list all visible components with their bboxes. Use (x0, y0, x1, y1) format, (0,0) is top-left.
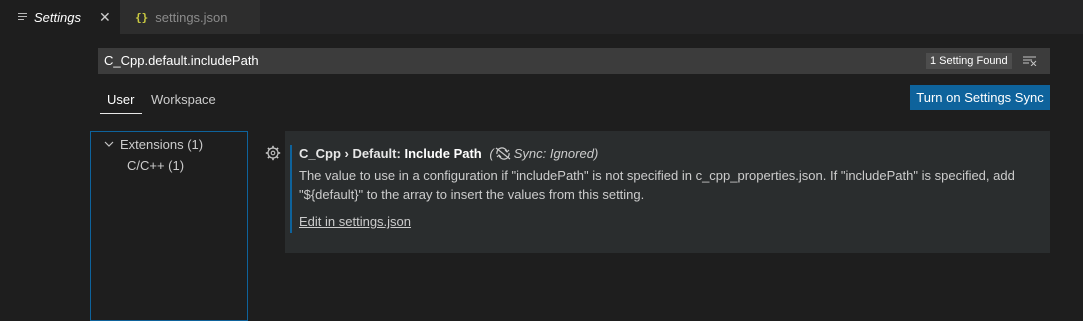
edit-in-settings-json-link[interactable]: Edit in settings.json (299, 214, 411, 229)
tab-settings-json-label: settings.json (155, 9, 228, 25)
scope-tab-workspace[interactable]: Workspace (151, 92, 216, 107)
chevron-down-icon[interactable] (104, 140, 114, 148)
modified-indicator-bar (290, 145, 292, 233)
scope-tab-user-underline (100, 113, 142, 114)
sync-ignored-label: Sync: Ignored (513, 146, 594, 161)
gear-icon[interactable] (265, 145, 281, 161)
setting-item-include-path: C_Cpp › Default: Include Path (Sync: Ign… (285, 131, 1050, 253)
scope-tab-user[interactable]: User (107, 92, 134, 107)
preview-lines-icon (18, 12, 28, 22)
setting-title: C_Cpp › Default: Include Path (Sync: Ign… (299, 146, 598, 161)
clear-filter-icon[interactable] (1023, 56, 1037, 66)
settings-search-bar: 1 Setting Found (98, 48, 1050, 74)
toc-item-c-cpp[interactable]: C/C++ (1) (127, 158, 184, 173)
close-icon[interactable]: ✕ (99, 9, 111, 25)
settings-table-of-contents: Extensions (1) C/C++ (1) (90, 131, 248, 321)
tab-settings-json[interactable]: {} settings.json (120, 0, 260, 34)
tab-settings-label: Settings (34, 9, 81, 25)
turn-on-settings-sync-button[interactable]: Turn on Settings Sync (910, 85, 1050, 110)
setting-description: The value to use in a configuration if "… (299, 168, 1015, 202)
search-result-count-badge: 1 Setting Found (926, 53, 1012, 69)
setting-label: Include Path (404, 146, 482, 161)
tab-settings[interactable]: Settings ✕ (0, 0, 120, 34)
settings-search-input[interactable] (104, 48, 804, 74)
setting-category: C_Cpp › Default: (299, 146, 405, 161)
sync-ignored-icon (495, 147, 511, 160)
json-braces-icon: {} (135, 10, 149, 24)
toc-group-extensions[interactable]: Extensions (1) (120, 137, 203, 152)
sync-ignored-indicator: (Sync: Ignored) (489, 146, 599, 161)
editor-tab-bar: Settings ✕ {} settings.json (0, 0, 1083, 34)
